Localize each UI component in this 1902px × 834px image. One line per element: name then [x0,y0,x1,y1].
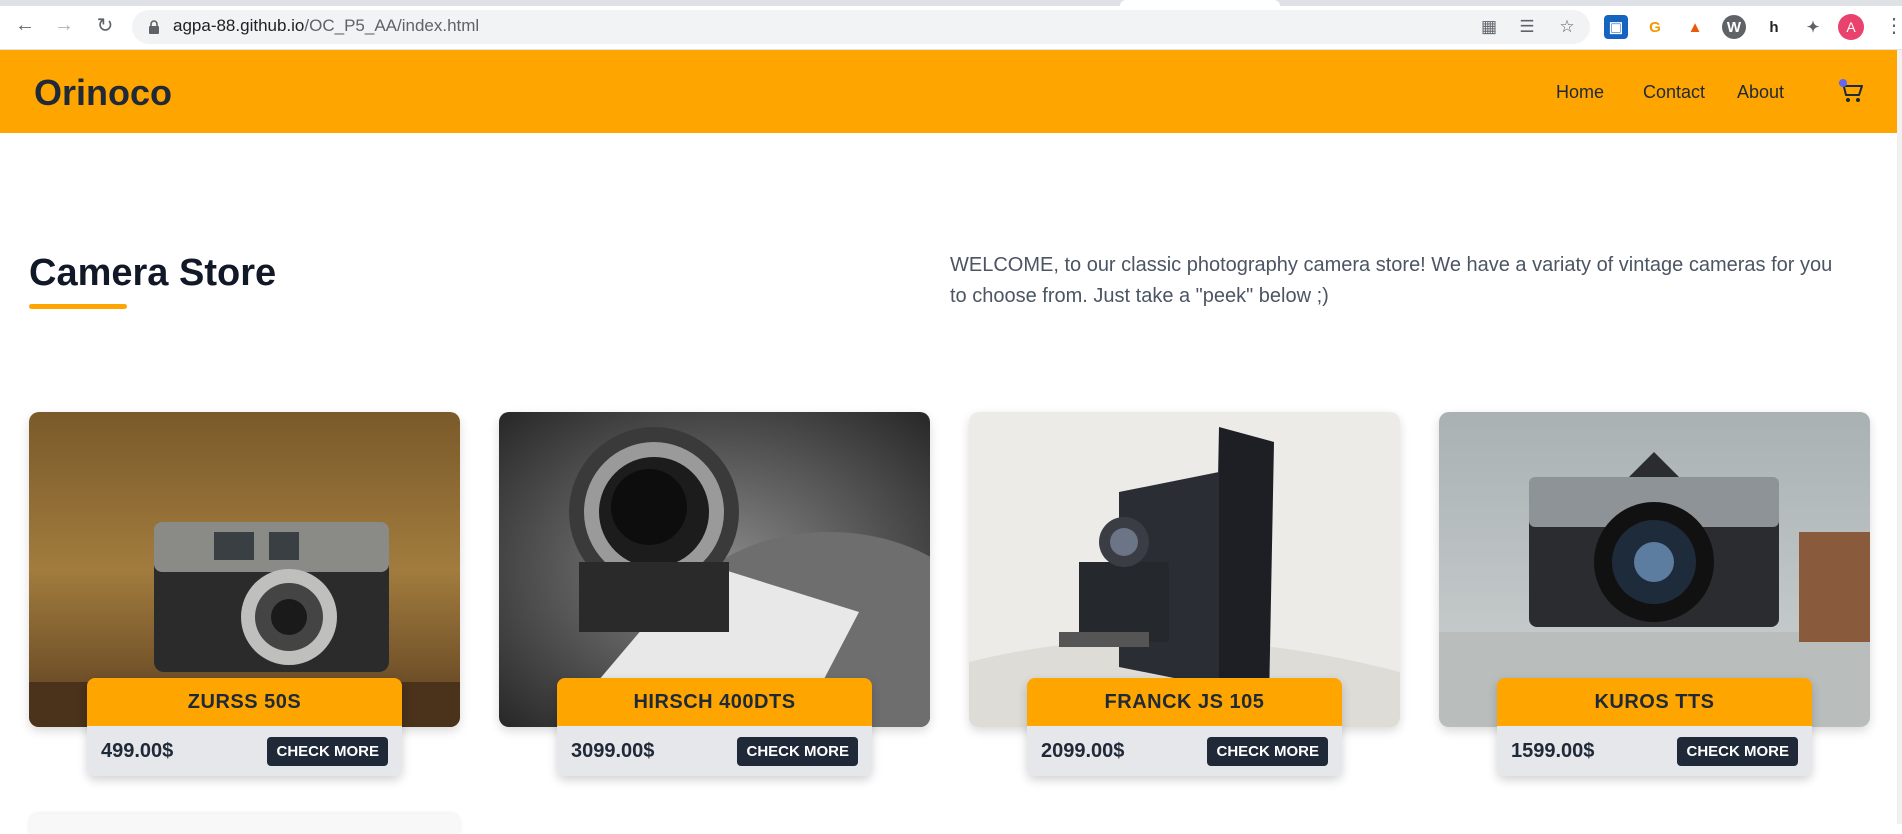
extensions-icon[interactable]: ✦ [1801,15,1825,39]
translate-icon[interactable]: ☰ [1516,16,1538,38]
product-footer: 3099.00$ CHECK MORE [557,726,872,776]
welcome-text: WELCOME, to our classic photography came… [950,254,1833,307]
qr-icon[interactable]: ▦ [1478,16,1500,38]
cart-badge [1839,79,1847,87]
product-card: KUROS TTS 1599.00$ CHECK MORE [1439,412,1870,777]
tab-strip [0,0,1902,6]
menu-icon[interactable]: ⋮ [1884,14,1902,38]
url-path: /OC_P5_AA/index.html [304,16,480,35]
nav-home[interactable]: Home [1556,82,1604,103]
product-card: FRANCK JS 105 2099.00$ CHECK MORE [969,412,1400,777]
nav-contact[interactable]: Contact [1643,82,1705,103]
scrollbar-track[interactable] [1897,50,1902,824]
reload-icon[interactable]: ↻ [94,14,116,37]
extension-1-icon[interactable]: ▣ [1604,15,1628,39]
page-title: Camera Store [29,252,277,294]
forward-icon[interactable]: → [53,14,75,36]
url-host: agpa-88.github.io [173,16,305,35]
product-price: 3099.00$ [571,739,655,762]
star-icon[interactable]: ☆ [1556,16,1578,38]
next-product-card-peek [29,814,460,834]
browser-toolbar: ← → ↻ agpa-88.github.io/OC_P5_AA/index.h… [0,0,1902,50]
product-info: HIRSCH 400DTS 3099.00$ CHECK MORE [557,678,872,776]
product-price: 499.00$ [101,739,174,762]
active-tab[interactable] [1120,0,1280,6]
product-name: ZURSS 50S [87,678,402,726]
product-info: FRANCK JS 105 2099.00$ CHECK MORE [1027,678,1342,776]
check-more-button[interactable]: CHECK MORE [1207,736,1328,766]
product-info: KUROS TTS 1599.00$ CHECK MORE [1497,678,1812,776]
product-price: 1599.00$ [1511,739,1595,762]
wordpress-icon[interactable]: W [1722,15,1746,39]
product-footer: 2099.00$ CHECK MORE [1027,726,1342,776]
extension-3-icon[interactable]: ▲ [1683,15,1707,39]
nav-about[interactable]: About [1737,82,1784,103]
product-name: KUROS TTS [1497,678,1812,726]
product-price: 2099.00$ [1041,739,1125,762]
url-text[interactable]: agpa-88.github.io/OC_P5_AA/index.html [173,16,479,36]
brand-logo[interactable]: Orinoco [34,72,172,114]
check-more-button[interactable]: CHECK MORE [1677,736,1798,766]
product-card: ZURSS 50S 499.00$ CHECK MORE [29,412,460,777]
product-name: HIRSCH 400DTS [557,678,872,726]
product-info: ZURSS 50S 499.00$ CHECK MORE [87,678,402,776]
product-name: FRANCK JS 105 [1027,678,1342,726]
product-footer: 499.00$ CHECK MORE [87,726,402,776]
check-more-button[interactable]: CHECK MORE [267,736,388,766]
site-header: Orinoco Home Contact About [0,50,1902,133]
product-footer: 1599.00$ CHECK MORE [1497,726,1812,776]
check-more-button[interactable]: CHECK MORE [737,736,858,766]
extension-h-icon[interactable]: h [1762,15,1786,39]
profile-avatar[interactable]: A [1838,14,1864,40]
product-card: HIRSCH 400DTS 3099.00$ CHECK MORE [499,412,930,777]
title-underline [29,304,127,309]
extension-grammar-icon[interactable]: G [1643,15,1667,39]
back-icon[interactable]: ← [14,14,36,36]
lock-icon[interactable] [148,19,160,35]
